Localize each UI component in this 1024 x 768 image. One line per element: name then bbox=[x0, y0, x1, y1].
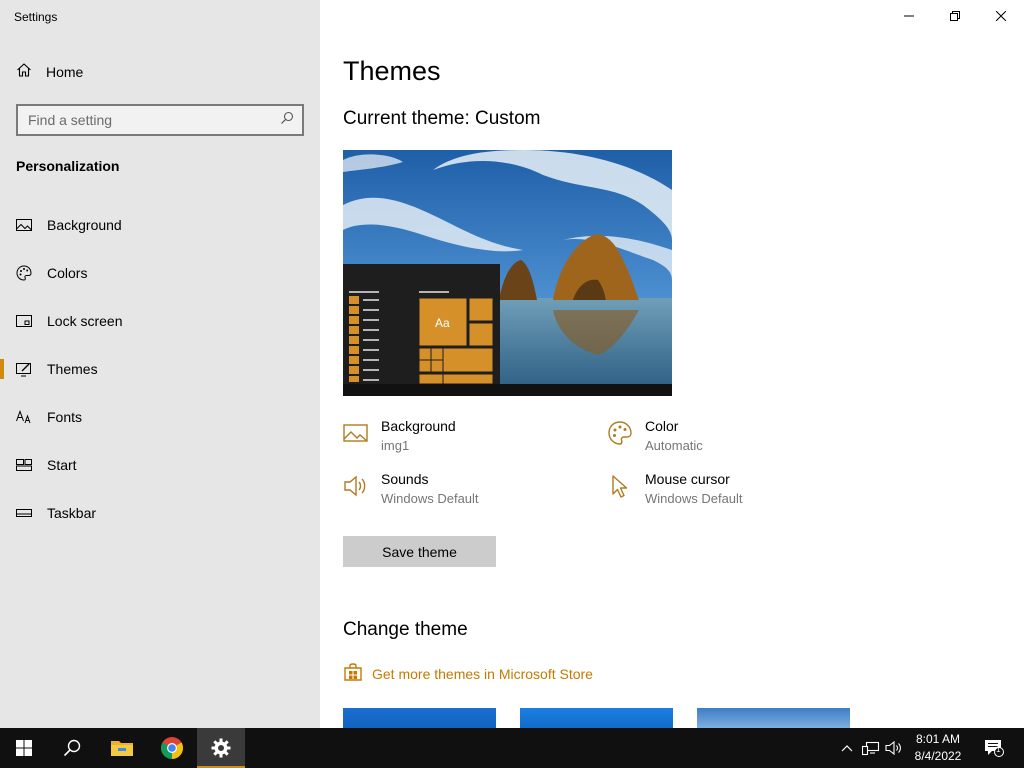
save-theme-button[interactable]: Save theme bbox=[343, 536, 496, 567]
volume-button[interactable] bbox=[884, 738, 904, 758]
sounds-setting-label: Sounds bbox=[381, 471, 429, 487]
sidebar-item-label: Colors bbox=[47, 265, 88, 281]
network-button[interactable] bbox=[861, 738, 881, 758]
sidebar-item-taskbar[interactable]: Taskbar bbox=[0, 489, 320, 537]
clock-date: 8/4/2022 bbox=[914, 749, 962, 763]
notification-icon bbox=[985, 740, 1004, 757]
sounds-setting-value: Windows Default bbox=[381, 491, 479, 506]
action-center-button[interactable]: 1 bbox=[982, 738, 1006, 758]
home-link[interactable]: Home bbox=[16, 62, 83, 81]
close-button[interactable] bbox=[978, 0, 1024, 32]
restore-icon bbox=[950, 11, 960, 21]
theme-thumbnail[interactable] bbox=[343, 708, 496, 728]
current-theme-title: Current theme: Custom bbox=[343, 108, 541, 129]
sidebar-item-label: Start bbox=[47, 457, 77, 473]
sidebar-item-start[interactable]: Start bbox=[0, 441, 320, 489]
sidebar-item-label: Themes bbox=[47, 361, 98, 377]
background-setting[interactable]: Background img1 bbox=[343, 418, 456, 453]
volume-icon bbox=[885, 740, 901, 756]
sidebar-item-background[interactable]: Background bbox=[0, 201, 320, 249]
network-icon bbox=[862, 741, 880, 756]
main-content: Themes Current theme: Custom Aa Backgrou… bbox=[320, 0, 1024, 728]
sidebar-item-colors[interactable]: Colors bbox=[0, 249, 320, 297]
sidebar-item-themes[interactable]: Themes bbox=[0, 345, 320, 393]
search-box[interactable] bbox=[16, 104, 304, 136]
lock-screen-icon bbox=[16, 313, 32, 329]
close-icon bbox=[996, 11, 1006, 21]
color-setting-value: Automatic bbox=[645, 438, 703, 453]
chevron-up-icon bbox=[841, 745, 853, 752]
clock-time: 8:01 AM bbox=[915, 732, 961, 746]
palette-icon bbox=[16, 265, 32, 281]
sounds-setting[interactable]: Sounds Windows Default bbox=[343, 471, 479, 506]
cursor-icon bbox=[607, 473, 633, 499]
taskbar-search-button[interactable] bbox=[48, 728, 96, 768]
windows-logo-icon bbox=[16, 740, 32, 756]
theme-thumbnail[interactable] bbox=[697, 708, 850, 728]
sidebar-item-fonts[interactable]: Fonts bbox=[0, 393, 320, 441]
preview-tile-label: Aa bbox=[435, 316, 450, 330]
notification-count: 1 bbox=[996, 745, 1001, 754]
home-label: Home bbox=[46, 63, 84, 80]
sidebar-item-label: Taskbar bbox=[47, 505, 97, 521]
background-setting-value: img1 bbox=[381, 438, 410, 453]
search-icon bbox=[63, 739, 81, 757]
file-explorer-button[interactable] bbox=[98, 728, 146, 768]
app-title: Settings bbox=[14, 10, 58, 24]
window-controls bbox=[886, 0, 1024, 32]
page-title: Themes bbox=[343, 56, 441, 86]
clock[interactable]: 8:01 AM 8/4/2022 bbox=[906, 731, 970, 765]
store-link-label: Get more themes in Microsoft Store bbox=[372, 665, 593, 682]
home-icon bbox=[16, 62, 32, 81]
sidebar: Settings Home Personalization Background… bbox=[0, 0, 320, 728]
settings-taskbar-button[interactable] bbox=[197, 728, 245, 768]
change-theme-heading: Change theme bbox=[343, 619, 468, 640]
chrome-button[interactable] bbox=[148, 728, 196, 768]
sidebar-item-lock-screen[interactable]: Lock screen bbox=[0, 297, 320, 345]
sidebar-item-label: Background bbox=[47, 217, 122, 233]
fonts-icon bbox=[16, 409, 32, 425]
sidebar-nav: Background Colors Lock screen Themes Fon… bbox=[0, 201, 320, 537]
mouse-cursor-setting-value: Windows Default bbox=[645, 491, 743, 506]
minimize-button[interactable] bbox=[886, 0, 932, 32]
start-icon bbox=[16, 457, 32, 473]
taskbar-icon bbox=[16, 505, 32, 521]
store-icon bbox=[343, 662, 363, 685]
search-icon[interactable] bbox=[280, 111, 294, 130]
search-input[interactable] bbox=[28, 112, 268, 128]
taskbar: 8:01 AM 8/4/2022 1 bbox=[0, 728, 1024, 768]
store-link[interactable]: Get more themes in Microsoft Store bbox=[343, 662, 593, 685]
picture-icon bbox=[16, 217, 32, 233]
palette-icon bbox=[607, 420, 633, 446]
sidebar-item-label: Fonts bbox=[47, 409, 83, 425]
file-explorer-icon bbox=[111, 741, 133, 756]
picture-icon bbox=[343, 420, 369, 446]
themes-icon bbox=[16, 361, 32, 377]
sidebar-item-label: Lock screen bbox=[47, 313, 123, 329]
theme-thumbnail[interactable] bbox=[520, 708, 673, 728]
background-setting-label: Background bbox=[381, 418, 456, 434]
chrome-icon bbox=[161, 737, 183, 759]
color-setting[interactable]: Color Automatic bbox=[607, 418, 703, 453]
theme-thumbnails bbox=[343, 708, 850, 728]
settings-icon bbox=[211, 738, 231, 758]
mouse-cursor-setting-label: Mouse cursor bbox=[645, 471, 730, 487]
mouse-cursor-setting[interactable]: Mouse cursor Windows Default bbox=[607, 471, 743, 506]
start-button[interactable] bbox=[0, 728, 48, 768]
speaker-icon bbox=[343, 473, 369, 499]
theme-preview: Aa bbox=[343, 150, 672, 396]
minimize-icon bbox=[904, 15, 914, 17]
section-title: Personalization bbox=[16, 158, 120, 174]
restore-button[interactable] bbox=[932, 0, 978, 32]
show-hidden-icons-button[interactable] bbox=[837, 738, 857, 758]
color-setting-label: Color bbox=[645, 418, 679, 434]
